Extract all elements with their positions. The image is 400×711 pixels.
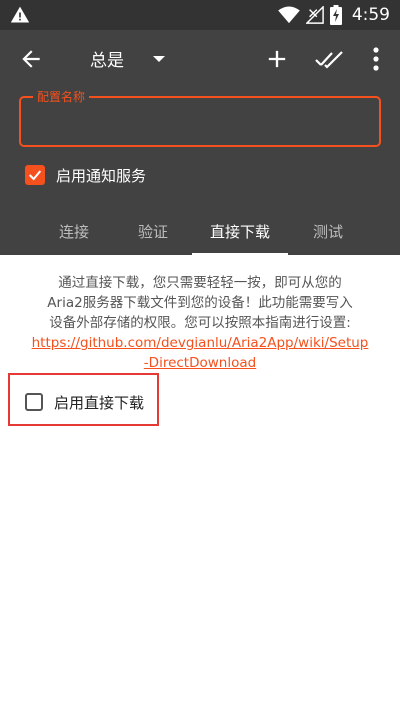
notification-option[interactable]: 启用通知服务 — [25, 164, 146, 186]
tab-test[interactable]: 测试 — [280, 208, 376, 255]
toolbar-title[interactable]: 总是 — [90, 46, 124, 71]
config-name-label: 配置名称 — [33, 89, 90, 105]
config-name-field[interactable]: 配置名称 — [19, 89, 381, 147]
dropdown-icon[interactable] — [152, 54, 166, 64]
config-name-input[interactable] — [31, 108, 369, 137]
tab-bar: 连接 验证 直接下载 测试 — [0, 208, 400, 255]
enable-direct-download-label: 启用直接下载 — [54, 393, 145, 412]
more-vert-icon[interactable] — [366, 44, 386, 74]
notification-checkbox[interactable] — [25, 165, 45, 185]
status-bar: 4:59 — [0, 0, 400, 30]
guide-link[interactable]: https://github.com/devgianlu/Aria2App/wi… — [32, 335, 369, 371]
clock: 4:59 — [351, 5, 390, 25]
wifi-icon — [278, 6, 300, 24]
warning-icon — [10, 6, 30, 23]
direct-download-page: 通过直接下载，您只需要轻轻一按，即可从您的 Aria2服务器下载文件到您的设备！… — [0, 255, 400, 711]
back-arrow-icon[interactable] — [18, 46, 44, 72]
tab-authentication[interactable]: 验证 — [105, 208, 201, 255]
status-icons: 4:59 — [278, 5, 390, 25]
done-all-icon[interactable] — [313, 46, 345, 72]
notification-label: 启用通知服务 — [56, 166, 147, 185]
app-bar: 总是 配置名称 启用通知服务 连接 验证 直接下载 测试 — [0, 30, 400, 255]
guide-link-line[interactable]: -DirectDownload — [144, 355, 256, 371]
guide-link-line[interactable]: https://github.com/devgianlu/Aria2App/wi… — [32, 335, 369, 351]
check-icon — [28, 170, 42, 181]
toolbar: 总是 — [0, 30, 400, 86]
description-line: Aria2服务器下载文件到您的设备！此功能需要写入 — [47, 295, 353, 311]
tab-direct-download[interactable]: 直接下载 — [192, 208, 288, 255]
enable-direct-download-checkbox[interactable] — [25, 393, 43, 411]
add-icon[interactable] — [263, 45, 291, 73]
description-line: 通过直接下载，您只需要轻轻一按，即可从您的 — [58, 275, 342, 291]
description-line: 设备外部存储的权限。您可以按照本指南进行设置: — [49, 315, 351, 331]
no-signal-icon — [305, 6, 324, 24]
battery-charging-icon — [329, 5, 342, 25]
direct-download-description: 通过直接下载，您只需要轻轻一按，即可从您的 Aria2服务器下载文件到您的设备！… — [20, 273, 380, 373]
enable-direct-download-option[interactable]: 启用直接下载 — [25, 391, 144, 413]
